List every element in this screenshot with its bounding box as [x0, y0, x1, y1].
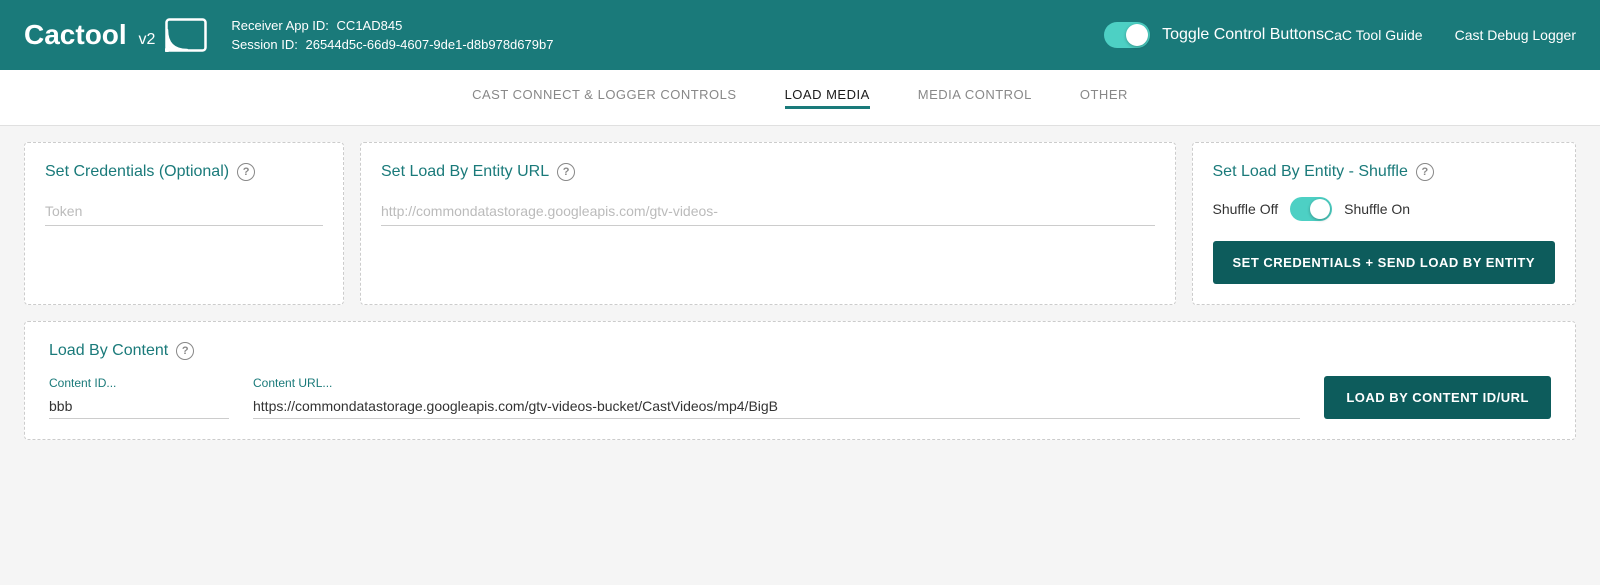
- content-url-label: Content URL...: [253, 376, 1300, 390]
- credentials-help-icon[interactable]: ?: [237, 163, 255, 181]
- card-credentials-title: Set Credentials (Optional) ?: [45, 163, 323, 181]
- content-id-field: Content ID...: [49, 376, 229, 419]
- receiver-app-line: Receiver App ID: CC1AD845: [231, 18, 1104, 33]
- card-credentials: Set Credentials (Optional) ?: [24, 142, 344, 305]
- logo: Cactool v2: [24, 18, 207, 52]
- tabs-bar: CAST CONNECT & LOGGER CONTROLS LOAD MEDI…: [0, 70, 1600, 126]
- tab-cast-connect[interactable]: CAST CONNECT & LOGGER CONTROLS: [472, 87, 736, 109]
- card-load-by-content: Load By Content ? Content ID... Content …: [24, 321, 1576, 440]
- toggle-control-buttons[interactable]: [1104, 22, 1150, 48]
- toggle-control-section: Toggle Control Buttons: [1104, 22, 1324, 48]
- content-id-label: Content ID...: [49, 376, 229, 390]
- tab-other[interactable]: OTHER: [1080, 87, 1128, 109]
- content-url-input[interactable]: [253, 394, 1300, 419]
- shuffle-off-label: Shuffle Off: [1213, 201, 1279, 217]
- card-entity-url-title: Set Load By Entity URL ?: [381, 163, 1155, 181]
- set-credentials-send-load-button[interactable]: SET CREDENTIALS + SEND LOAD BY ENTITY: [1213, 241, 1556, 284]
- cac-tool-guide-link[interactable]: CaC Tool Guide: [1324, 27, 1423, 43]
- load-by-content-button[interactable]: LOAD BY CONTENT ID/URL: [1324, 376, 1551, 419]
- cast-icon: [165, 18, 207, 52]
- card-shuffle: Set Load By Entity - Shuffle ? Shuffle O…: [1192, 142, 1577, 305]
- shuffle-toggle-row: Shuffle Off Shuffle On: [1213, 197, 1556, 221]
- shuffle-toggle[interactable]: [1290, 197, 1332, 221]
- tab-load-media[interactable]: LOAD MEDIA: [785, 87, 870, 109]
- toggle-label: Toggle Control Buttons: [1162, 26, 1324, 44]
- cast-debug-logger-link[interactable]: Cast Debug Logger: [1455, 27, 1576, 43]
- app-header: Cactool v2 Receiver App ID: CC1AD845 Ses…: [0, 0, 1600, 70]
- load-content-row: Content ID... Content URL... LOAD BY CON…: [49, 376, 1551, 419]
- content-url-field: Content URL...: [253, 376, 1300, 419]
- session-id-line: Session ID: 26544d5c-66d9-4607-9de1-d8b9…: [231, 37, 1104, 52]
- shuffle-on-label: Shuffle On: [1344, 201, 1410, 217]
- main-content: Set Credentials (Optional) ? Set Load By…: [0, 126, 1600, 456]
- token-input[interactable]: [45, 197, 323, 226]
- shuffle-help-icon[interactable]: ?: [1416, 163, 1434, 181]
- entity-url-input[interactable]: [381, 197, 1155, 226]
- load-by-content-help-icon[interactable]: ?: [176, 342, 194, 360]
- cards-row: Set Credentials (Optional) ? Set Load By…: [24, 142, 1576, 305]
- logo-text: Cactool v2: [24, 19, 155, 51]
- session-info: Receiver App ID: CC1AD845 Session ID: 26…: [231, 18, 1104, 52]
- entity-url-help-icon[interactable]: ?: [557, 163, 575, 181]
- tab-media-control[interactable]: MEDIA CONTROL: [918, 87, 1032, 109]
- content-id-input[interactable]: [49, 394, 229, 419]
- card-entity-url: Set Load By Entity URL ?: [360, 142, 1176, 305]
- load-by-content-title: Load By Content ?: [49, 342, 1551, 360]
- card-shuffle-title: Set Load By Entity - Shuffle ?: [1213, 163, 1556, 181]
- header-nav: CaC Tool Guide Cast Debug Logger: [1324, 27, 1576, 43]
